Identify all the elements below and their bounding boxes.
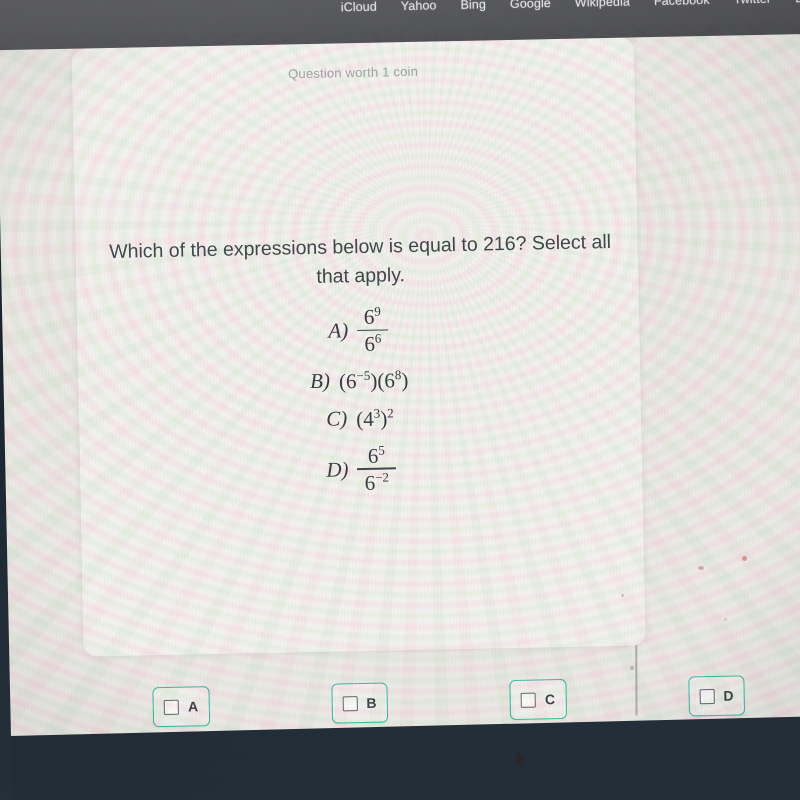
option-c-outer-exp: 2 bbox=[387, 405, 394, 421]
checkbox-icon[interactable] bbox=[163, 699, 180, 715]
option-d-fraction: 65 6−2 bbox=[357, 442, 396, 495]
option-a-denominator: 66 bbox=[357, 330, 389, 356]
option-c-expression: (43)2 bbox=[356, 405, 394, 431]
answer-button-a[interactable]: A bbox=[152, 686, 210, 728]
option-b-label: B) bbox=[309, 368, 331, 394]
answer-button-d[interactable]: D bbox=[687, 675, 746, 717]
question-card: Question worth 1 coin Which of the expre… bbox=[71, 37, 646, 657]
option-d-numerator: 65 bbox=[361, 442, 393, 468]
answer-button-c[interactable]: C bbox=[509, 678, 567, 721]
bookmark-twitter[interactable]: Twitter bbox=[733, 0, 771, 6]
option-d-den-exp: −2 bbox=[374, 469, 390, 485]
option-b-base1: 6 bbox=[345, 368, 357, 394]
option-d-den-base: 6 bbox=[364, 470, 376, 495]
bookmark-facebook[interactable]: Facebook bbox=[654, 0, 710, 8]
option-a: A) 69 66 bbox=[77, 299, 640, 361]
option-a-label: A) bbox=[328, 318, 349, 343]
question-prompt: Which of the expressions below is equal … bbox=[108, 230, 612, 289]
option-a-den-exp: 6 bbox=[374, 330, 382, 346]
option-c-label: C) bbox=[326, 406, 348, 431]
answer-button-c-label: C bbox=[544, 691, 556, 708]
answer-button-b-label: B bbox=[366, 694, 377, 711]
bookmark-icloud[interactable]: iCloud bbox=[341, 0, 377, 14]
option-c-base: 4 bbox=[363, 406, 375, 431]
option-d-num-exp: 5 bbox=[378, 442, 385, 458]
checkbox-icon[interactable] bbox=[699, 688, 715, 704]
option-a-num-exp: 9 bbox=[374, 303, 381, 319]
option-b: B) (6−5)(68) bbox=[78, 362, 640, 399]
option-a-fraction: 69 66 bbox=[357, 304, 389, 356]
bookmarks-bar[interactable]: iCloud Yahoo Bing Google Wikipedia Facebook Tw… bbox=[0, 0, 800, 35]
checkbox-icon[interactable] bbox=[342, 695, 358, 711]
option-c: C) (43)2 bbox=[79, 400, 641, 437]
option-d: D) 65 6−2 bbox=[80, 438, 643, 500]
option-a-numerator: 69 bbox=[357, 304, 389, 329]
option-d-num-base: 6 bbox=[367, 443, 379, 468]
option-b-exp1: −5 bbox=[356, 367, 371, 383]
answer-options-list: A) 69 66 B) (6−5)(68) C) (43)2 D) 65 6−2 bbox=[77, 299, 643, 512]
option-c-inner-exp: 3 bbox=[373, 405, 381, 421]
option-d-label: D) bbox=[326, 456, 349, 482]
monitor-screen: Question worth 1 coin Which of the expre… bbox=[0, 0, 800, 775]
answer-button-d-label: D bbox=[723, 687, 734, 704]
option-b-base2: 6 bbox=[384, 368, 396, 393]
bookmark-bing[interactable]: Bing bbox=[460, 0, 486, 12]
bookmark-google[interactable]: Google bbox=[510, 0, 551, 11]
coin-value-note: Question worth 1 coin bbox=[287, 63, 419, 82]
bookmark-linkedin[interactable]: LinkedIn bbox=[795, 0, 800, 5]
answer-button-b[interactable]: B bbox=[330, 682, 389, 724]
bookmark-wikipedia[interactable]: Wikipedia bbox=[575, 0, 630, 10]
photographed-screen: Question worth 1 coin Which of the expre… bbox=[0, 0, 800, 800]
bookmark-yahoo[interactable]: Yahoo bbox=[401, 0, 437, 13]
option-b-exp2: 8 bbox=[394, 366, 402, 383]
checkbox-icon[interactable] bbox=[520, 692, 537, 708]
answer-button-a-label: A bbox=[187, 698, 199, 715]
option-b-expression: (6−5)(68) bbox=[338, 366, 409, 394]
option-d-denominator: 6−2 bbox=[357, 469, 396, 494]
